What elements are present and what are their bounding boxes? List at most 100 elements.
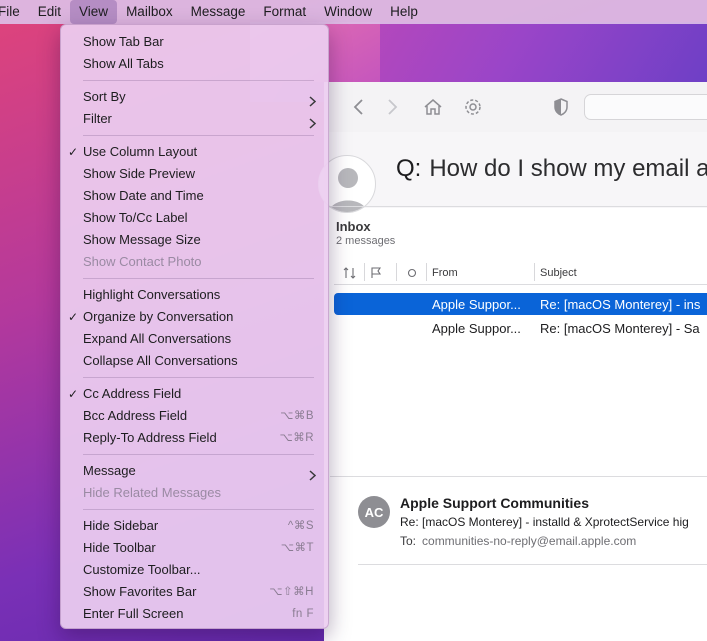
menu-item-hide-toolbar[interactable]: Hide Toolbar ⌥⌘T (61, 537, 328, 559)
menu-item-label: Bcc Address Field (83, 408, 188, 423)
menu-bar: File Edit View Mailbox Message Format Wi… (0, 0, 707, 24)
menu-item-bcc-address-field[interactable]: Bcc Address Field ⌥⌘B (61, 405, 328, 427)
menu-item-label: Show To/Cc Label (83, 210, 188, 225)
menu-item-label: Show Side Preview (83, 166, 195, 181)
menubar-mailbox[interactable]: Mailbox (117, 0, 182, 24)
menu-item-cc-address-field[interactable]: ✓ Cc Address Field (61, 383, 328, 405)
menu-item-label: Show Message Size (83, 232, 201, 247)
table-row[interactable]: Apple Suppor... Re: [macOS Monterey] - i… (334, 293, 707, 315)
menu-item-show-date-and-time[interactable]: Show Date and Time (61, 185, 328, 207)
column-from[interactable]: From (432, 265, 458, 281)
menu-item-use-column-layout[interactable]: ✓ Use Column Layout (61, 141, 328, 163)
chevron-right-icon (309, 114, 317, 136)
divider (358, 564, 707, 565)
menu-item-label: Highlight Conversations (83, 287, 221, 302)
menu-item-filter[interactable]: Filter (61, 108, 328, 130)
divider (334, 284, 707, 285)
menu-item-label: Collapse All Conversations (83, 353, 238, 368)
sender-name: Apple Support Communities (400, 495, 589, 511)
menu-item-show-to-cc-label[interactable]: Show To/Cc Label (61, 207, 328, 229)
checkmark-icon: ✓ (68, 145, 79, 159)
menu-item-label: Hide Toolbar (83, 540, 156, 555)
unread-icon[interactable] (406, 265, 418, 281)
checkmark-icon: ✓ (68, 387, 79, 401)
menubar-message[interactable]: Message (182, 0, 255, 24)
menu-item-sort-by[interactable]: Sort By (61, 86, 328, 108)
toolbar (324, 82, 707, 132)
menu-item-label: Enter Full Screen (83, 606, 184, 621)
menu-item-label: Expand All Conversations (83, 331, 232, 346)
sort-icon[interactable] (343, 265, 357, 281)
forward-icon[interactable] (381, 95, 405, 119)
message-subject: Re: [macOS Monterey] - ins (540, 296, 701, 312)
menu-separator (83, 278, 314, 279)
column-separator (396, 263, 397, 281)
menu-item-shortcut: fn F (292, 608, 314, 620)
menubar-view[interactable]: View (70, 0, 118, 24)
message-from: Apple Suppor... (432, 296, 521, 312)
back-icon[interactable] (346, 95, 370, 119)
mailbox-count: 2 messages (336, 235, 396, 247)
menu-item-hide-sidebar[interactable]: Hide Sidebar ^⌘S (61, 515, 328, 537)
menu-item-label: Reply-To Address Field (83, 430, 217, 445)
table-row[interactable]: Apple Suppor... Re: [macOS Monterey] - S… (334, 317, 707, 339)
menubar-format[interactable]: Format (254, 0, 315, 24)
column-subject[interactable]: Subject (540, 265, 577, 281)
recipient-line: To: communities-no-reply@email.apple.com (400, 534, 636, 548)
menu-item-shortcut: ⌥⇧⌘H (269, 586, 314, 598)
menu-item-organize-by-conversation[interactable]: ✓ Organize by Conversation (61, 306, 328, 328)
recipient-address: communities-no-reply@email.apple.com (422, 534, 637, 548)
menu-separator (83, 509, 314, 510)
menu-item-label: Organize by Conversation (83, 309, 234, 324)
divider (330, 476, 707, 477)
flag-icon[interactable] (370, 265, 382, 281)
menubar-window[interactable]: Window (315, 0, 381, 24)
menu-item-show-side-preview[interactable]: Show Side Preview (61, 163, 328, 185)
gear-icon[interactable] (461, 95, 485, 119)
mailbox-title: Inbox (336, 219, 371, 234)
divider (330, 206, 707, 207)
menu-item-label: Hide Sidebar (83, 518, 159, 533)
view-menu: Show Tab Bar Show All Tabs Sort By Filter ✓ U… (60, 24, 329, 629)
menu-separator (83, 454, 314, 455)
menu-item-label: Customize Toolbar... (83, 562, 201, 577)
menubar-file[interactable]: File (0, 0, 29, 24)
column-separator (364, 263, 365, 281)
message-subject: Re: [macOS Monterey] - Sa (540, 320, 700, 336)
menu-item-label: Show Favorites Bar (83, 584, 197, 599)
menubar-help[interactable]: Help (381, 0, 427, 24)
menu-item-message[interactable]: Message (61, 460, 328, 482)
thread-title: Q: How do I show my email as (396, 155, 707, 183)
menu-item-enter-full-screen[interactable]: Enter Full Screen fn F (61, 603, 328, 625)
menu-item-show-favorites-bar[interactable]: Show Favorites Bar ⌥⇧⌘H (61, 581, 328, 603)
menu-separator (83, 377, 314, 378)
menu-item-label: Show Date and Time (83, 188, 204, 203)
home-icon[interactable] (421, 95, 445, 119)
menu-item-show-all-tabs[interactable]: Show All Tabs (61, 53, 328, 75)
question-prefix: Q: (396, 155, 422, 182)
menu-item-reply-to-address-field[interactable]: Reply-To Address Field ⌥⌘R (61, 427, 328, 449)
message-from: Apple Suppor... (432, 320, 521, 336)
menubar-edit[interactable]: Edit (29, 0, 70, 24)
message-subject-line: Re: [macOS Monterey] - installd & Xprote… (400, 515, 689, 529)
menu-item-hide-related-messages: Hide Related Messages (61, 482, 328, 504)
menu-separator (83, 80, 314, 81)
menu-item-highlight-conversations[interactable]: Highlight Conversations (61, 284, 328, 306)
menu-separator (83, 135, 314, 136)
to-label: To: (400, 534, 417, 548)
column-separator (534, 263, 535, 281)
menu-item-shortcut: ⌥⌘B (280, 410, 314, 422)
menu-item-show-message-size[interactable]: Show Message Size (61, 229, 328, 251)
menu-item-show-contact-photo: Show Contact Photo (61, 251, 328, 273)
menu-item-show-tab-bar[interactable]: Show Tab Bar (61, 31, 328, 53)
menu-item-label: Filter (83, 111, 112, 126)
menu-item-shortcut: ⌥⌘T (280, 542, 314, 554)
menu-item-expand-all-conversations[interactable]: Expand All Conversations (61, 328, 328, 350)
search-field[interactable] (584, 94, 707, 120)
menu-item-label: Message (83, 463, 136, 478)
menu-item-collapse-all-conversations[interactable]: Collapse All Conversations (61, 350, 328, 372)
menu-item-customize-toolbar[interactable]: Customize Toolbar... (61, 559, 328, 581)
shield-icon[interactable] (549, 95, 573, 119)
menu-item-label: Show Contact Photo (83, 254, 202, 269)
sender-avatar: AC (358, 496, 390, 528)
